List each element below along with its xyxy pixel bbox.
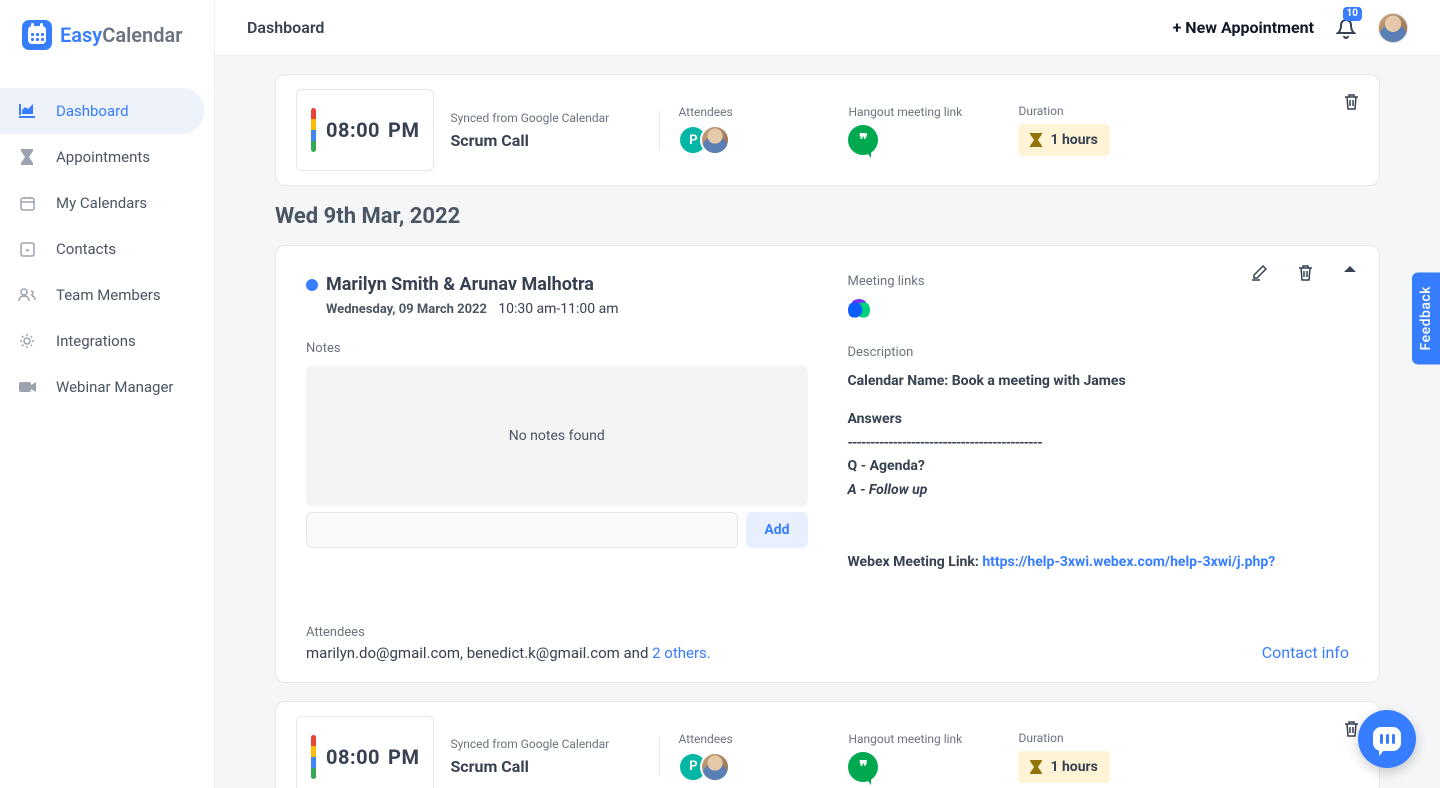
sidebar-item-team-members[interactable]: Team Members — [0, 272, 204, 318]
event-card-compact[interactable]: 08:00PM Synced from Google Calendar Scru… — [275, 701, 1380, 788]
sidebar-label: Dashboard — [56, 102, 129, 120]
user-avatar[interactable] — [1378, 13, 1408, 43]
event-title: Scrum Call — [450, 757, 631, 776]
synced-label: Synced from Google Calendar — [450, 737, 631, 751]
notes-label: Notes — [306, 341, 808, 356]
description-label: Description — [848, 345, 1350, 360]
google-color-strip — [311, 735, 316, 779]
sidebar-nav: Dashboard Appointments My Calendars Cont… — [0, 88, 214, 410]
notes-input[interactable] — [306, 512, 738, 548]
event-card-compact[interactable]: 08:00PM Synced from Google Calendar Scru… — [275, 74, 1380, 186]
hangout-label: Hangout meeting link — [848, 105, 982, 119]
event-time: 08:00PM — [326, 745, 419, 769]
sidebar-item-my-calendars[interactable]: My Calendars — [0, 180, 204, 226]
sidebar-label: Webinar Manager — [56, 378, 174, 396]
duration-label: Duration — [1018, 731, 1109, 745]
delete-button[interactable] — [1298, 264, 1313, 281]
page-title: Dashboard — [247, 18, 324, 37]
meeting-datetime: Wednesday, 09 March 2022 10:30 am-11:00 … — [326, 301, 808, 317]
attendees-list: marilyn.do@gmail.com, benedict.k@gmail.c… — [306, 644, 711, 662]
hangouts-icon[interactable]: ❞ — [848, 752, 878, 782]
sidebar-label: Appointments — [56, 148, 150, 166]
gear-icon — [18, 332, 36, 350]
sidebar-label: Integrations — [56, 332, 136, 350]
users-icon — [18, 286, 36, 304]
attendees-footer-label: Attendees — [306, 625, 711, 640]
meeting-title: Marilyn Smith & Arunav Malhotra — [306, 274, 808, 295]
hourglass-icon — [1030, 133, 1042, 147]
sidebar-item-integrations[interactable]: Integrations — [0, 318, 204, 364]
event-time: 08:00PM — [326, 118, 419, 142]
hangout-label: Hangout meeting link — [848, 732, 982, 746]
app-logo[interactable]: EasyCalendar — [0, 0, 214, 70]
main-content: 08:00PM Synced from Google Calendar Scru… — [215, 56, 1440, 788]
sidebar-label: Team Members — [56, 286, 161, 304]
collapse-button[interactable] — [1343, 264, 1357, 281]
hangouts-icon[interactable]: ❞ — [848, 125, 878, 155]
attendees-label: Attendees — [678, 105, 812, 119]
attendees-label: Attendees — [678, 732, 812, 746]
description-body: Calendar Name: Book a meeting with James… — [848, 370, 1350, 575]
trash-icon — [1344, 720, 1359, 737]
trash-icon — [1298, 264, 1313, 281]
sidebar-label: Contacts — [56, 240, 116, 258]
add-note-button[interactable]: Add — [746, 512, 807, 548]
date-heading-wed: Wed 9th Mar, 2022 — [275, 204, 1380, 229]
logo-mark — [22, 20, 52, 50]
others-link[interactable]: 2 others. — [652, 644, 711, 662]
attendee-avatars: P — [678, 752, 812, 782]
new-appointment-button[interactable]: + New Appointment — [1173, 18, 1314, 37]
sidebar-item-webinar-manager[interactable]: Webinar Manager — [0, 364, 204, 410]
event-time-block: 08:00PM — [296, 716, 434, 788]
chevron-up-icon — [1343, 264, 1357, 274]
delete-button[interactable] — [1344, 93, 1359, 110]
attendee-avatar-photo[interactable] — [700, 125, 730, 155]
hourglass-icon — [1030, 760, 1042, 774]
logo-text: EasyCalendar — [60, 23, 182, 47]
attendee-avatar-photo[interactable] — [700, 752, 730, 782]
webex-link[interactable]: https://help-3xwi.webex.com/help-3xwi/j.… — [982, 554, 1275, 570]
duration-badge: 1 hours — [1018, 124, 1109, 156]
sidebar-item-appointments[interactable]: Appointments — [0, 134, 204, 180]
delete-button[interactable] — [1344, 720, 1359, 737]
duration-label: Duration — [1018, 104, 1109, 118]
contact-icon — [18, 240, 36, 258]
notification-badge: 10 — [1343, 7, 1362, 21]
notifications-button[interactable]: 10 — [1336, 17, 1356, 39]
google-color-strip — [311, 108, 316, 152]
duration-badge: 1 hours — [1018, 751, 1109, 783]
trash-icon — [1344, 93, 1359, 110]
hourglass-icon — [18, 148, 36, 166]
chat-icon — [1373, 727, 1401, 751]
chart-area-icon — [18, 102, 36, 120]
synced-label: Synced from Google Calendar — [450, 111, 631, 125]
sidebar-item-contacts[interactable]: Contacts — [0, 226, 204, 272]
event-time-block: 08:00PM — [296, 89, 434, 171]
contact-info-link[interactable]: Contact info — [1262, 643, 1349, 662]
sidebar-label: My Calendars — [56, 194, 147, 212]
video-icon — [18, 378, 36, 396]
feedback-tab[interactable]: Feedback — [1412, 272, 1440, 364]
webex-icon[interactable] — [848, 299, 870, 321]
notes-empty-state: No notes found — [306, 366, 808, 506]
sidebar-item-dashboard[interactable]: Dashboard — [0, 88, 204, 134]
edit-icon — [1251, 264, 1268, 281]
chat-fab[interactable] — [1358, 710, 1416, 768]
status-dot — [306, 279, 318, 291]
attendee-avatars: P — [678, 125, 812, 155]
calendar-icon — [18, 194, 36, 212]
event-title: Scrum Call — [450, 131, 631, 150]
header: Dashboard + New Appointment 10 — [215, 0, 1440, 56]
edit-button[interactable] — [1251, 264, 1268, 281]
event-card-expanded: Marilyn Smith & Arunav Malhotra Wednesda… — [275, 245, 1380, 683]
sidebar: EasyCalendar Dashboard Appointments My C… — [0, 0, 215, 788]
